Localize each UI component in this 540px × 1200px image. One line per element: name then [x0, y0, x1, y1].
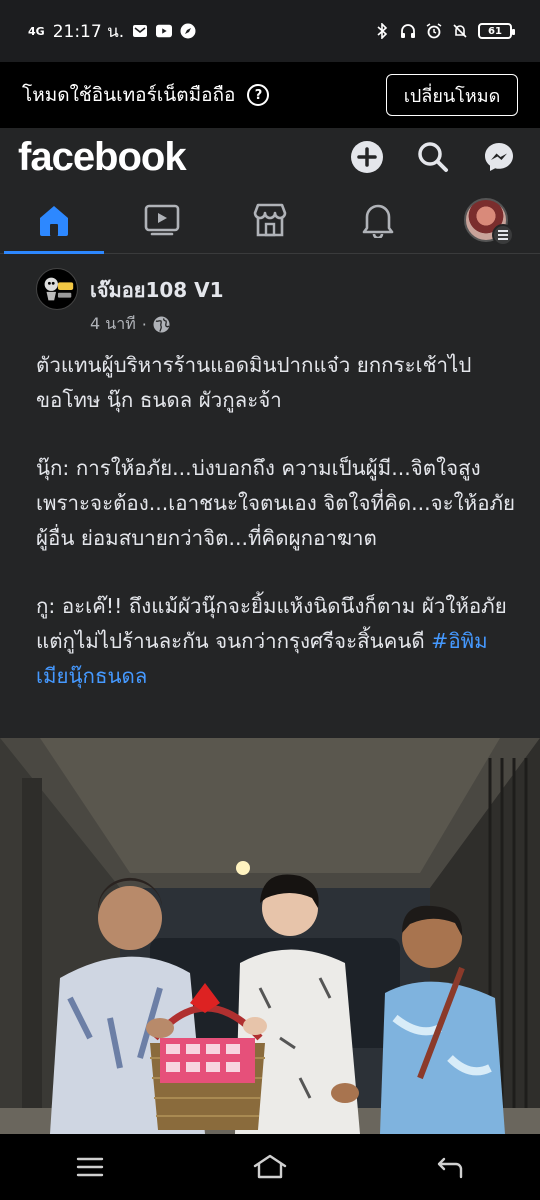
bluetooth-icon — [374, 23, 390, 39]
network-indicator: 4G — [28, 24, 45, 38]
system-nav-bar — [0, 1134, 540, 1200]
home-icon — [40, 206, 68, 236]
facebook-logo[interactable]: facebook — [18, 135, 187, 180]
app-header: facebook — [0, 128, 540, 186]
tab-marketplace[interactable] — [216, 186, 324, 254]
switch-mode-button[interactable]: เปลี่ยนโหมด — [386, 74, 518, 116]
author-avatar[interactable] — [36, 268, 78, 310]
create-button[interactable] — [344, 134, 390, 180]
post-time[interactable]: 4 นาที — [90, 312, 136, 337]
post-author[interactable]: เจ๊มอย108 V1 — [90, 274, 224, 306]
meta-separator: · — [141, 315, 147, 334]
compass-icon — [180, 23, 196, 39]
post-paragraph-3: กู: อะเค๊!! ถึงแม้ผัวนุ๊กจะยิ้มแห้งนิดนึ… — [36, 589, 516, 694]
battery-indicator: 61 — [478, 23, 515, 39]
home-nav-button[interactable] — [240, 1147, 300, 1187]
tab-home[interactable] — [0, 186, 108, 254]
video-icon — [144, 204, 180, 236]
tab-notifications[interactable] — [324, 186, 432, 254]
recent-apps-button[interactable] — [60, 1147, 120, 1187]
plus-circle-icon — [351, 141, 383, 173]
post-paragraph-2: นุ๊ก: การให้อภัย...บ่งบอกถึง ความเป็นผู้… — [36, 456, 516, 550]
back-icon — [437, 1157, 463, 1179]
tab-menu[interactable] — [432, 186, 540, 254]
menu-icon — [492, 224, 514, 246]
feed-post: เจ๊มอย108 V1 4 นาที · ตัวแทนผู้บริหารร้า… — [0, 254, 540, 1134]
messenger-icon — [485, 143, 513, 171]
data-mode-banner: โหมดใช้อินเทอร์เน็ตมือถือ ? เปลี่ยนโหมด — [0, 62, 540, 128]
status-time: 21:17 น. — [52, 21, 125, 42]
status-bar: 4G 21:17 น. 61 — [0, 0, 540, 62]
globe-icon — [153, 316, 170, 333]
alarm-icon — [426, 23, 442, 39]
post-photo[interactable] — [0, 738, 540, 1134]
mute-icon — [452, 23, 468, 39]
back-button[interactable] — [420, 1147, 480, 1187]
bell-icon — [362, 204, 394, 238]
search-icon — [418, 142, 448, 172]
profile-avatar — [464, 198, 514, 246]
tab-video[interactable] — [108, 186, 216, 254]
post-paragraph-1: ตัวแทนผู้บริหารร้านแอดมินปากแจ๋ว ยกกระเช… — [36, 353, 472, 412]
messenger-button[interactable] — [476, 134, 522, 180]
headphones-icon — [400, 23, 416, 39]
tab-bar — [0, 186, 540, 254]
home-outline-icon — [253, 1154, 287, 1179]
search-button[interactable] — [410, 134, 456, 180]
store-icon — [253, 203, 287, 237]
mail-icon — [132, 23, 148, 39]
mode-text: โหมดใช้อินเทอร์เน็ตมือถือ — [22, 84, 236, 106]
help-circle-icon[interactable]: ? — [247, 84, 270, 106]
post-body: ตัวแทนผู้บริหารร้านแอดมินปากแจ๋ว ยกกระเช… — [36, 348, 516, 694]
youtube-icon — [156, 23, 173, 39]
recent-apps-icon — [76, 1157, 104, 1177]
